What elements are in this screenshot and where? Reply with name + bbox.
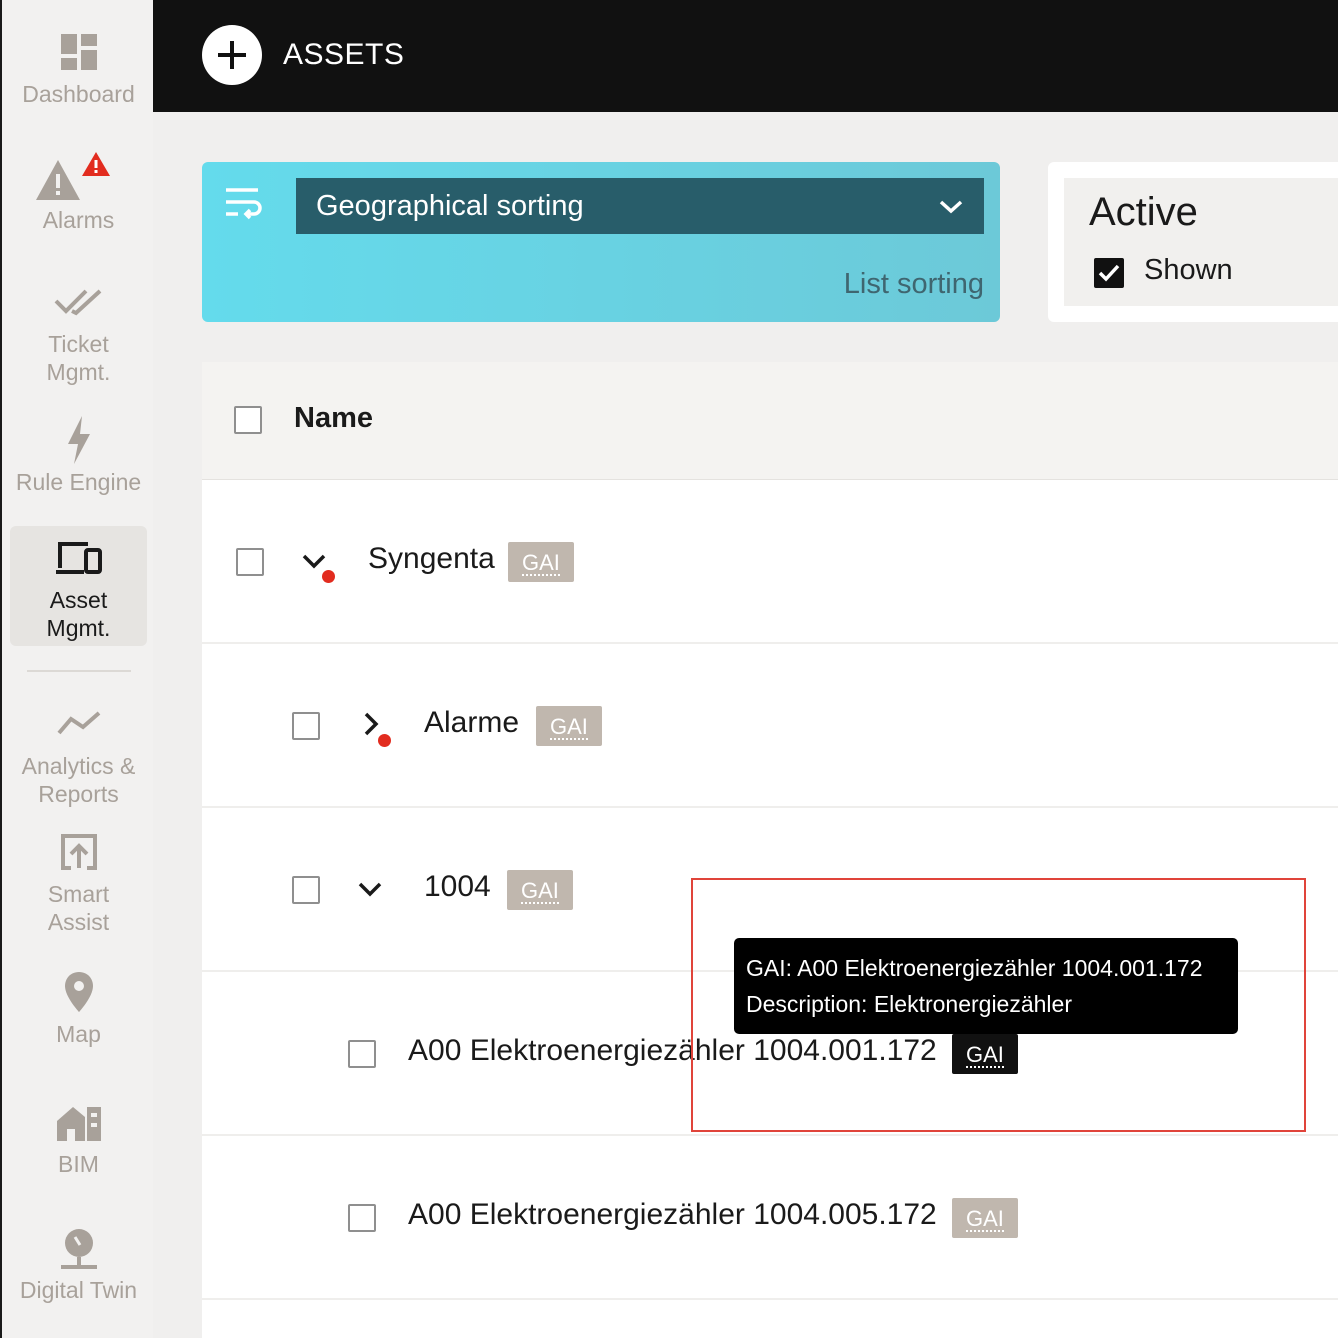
- sidebar-item-label: Map: [56, 1021, 101, 1047]
- plus-icon: [218, 41, 246, 69]
- active-filter-box: Active Shown: [1064, 178, 1338, 306]
- table-row[interactable]: A00 Elektroenergiezähler 1004.005.172 GA…: [202, 1136, 1338, 1300]
- sidebar-item-alarms[interactable]: Alarms: [10, 152, 147, 234]
- warning-icon: [34, 152, 124, 204]
- sidebar-item-label: Dashboard: [22, 81, 135, 107]
- gai-badge-label: GAI: [521, 878, 559, 904]
- row-checkbox[interactable]: [292, 712, 320, 740]
- column-header-name[interactable]: Name: [294, 402, 373, 435]
- sidebar-item-ticket-mgmt[interactable]: Ticket Mgmt.: [10, 276, 147, 386]
- row-checkbox[interactable]: [292, 876, 320, 904]
- lightning-icon: [64, 414, 94, 466]
- map-pin-icon: [63, 966, 95, 1018]
- table-row[interactable]: Alarme GAI: [202, 644, 1338, 808]
- gai-badge[interactable]: GAI: [952, 1034, 1018, 1074]
- alarm-dot: [322, 570, 335, 583]
- row-checkbox[interactable]: [348, 1204, 376, 1232]
- gai-badge-label: GAI: [522, 550, 560, 576]
- sidebar-item-label: Asset Mgmt.: [46, 587, 111, 641]
- active-filter-title: Active: [1089, 190, 1198, 234]
- sidebar-item-label: BIM: [58, 1151, 99, 1177]
- expand-toggle[interactable]: [298, 542, 338, 583]
- dashboard-icon: [59, 26, 99, 78]
- sidebar-item-analytics-reports[interactable]: Analytics & Reports: [10, 698, 147, 808]
- row-name: Syngenta: [368, 542, 495, 575]
- table-header: Name: [202, 362, 1338, 480]
- gai-badge-label: GAI: [550, 714, 588, 740]
- add-asset-button[interactable]: [202, 25, 262, 85]
- active-filter-panel: Active Shown: [1048, 162, 1338, 322]
- gai-badge[interactable]: GAI: [952, 1198, 1018, 1238]
- top-header: ASSETS: [153, 0, 1338, 112]
- sidebar-item-label: Smart Assist: [47, 881, 110, 935]
- sidebar-item-label: Ticket Mgmt.: [46, 331, 111, 385]
- row-checkbox[interactable]: [236, 548, 264, 576]
- tooltip-gai-line: GAI: A00 Elektroenergiezähler 1004.001.1…: [746, 955, 1203, 981]
- row-name: A00 Elektroenergiezähler 1004.001.172: [408, 1034, 937, 1067]
- sidebar-item-label: Digital Twin: [19, 1277, 138, 1303]
- table-row[interactable]: Syngenta GAI: [202, 480, 1338, 644]
- sidebar-item-bim[interactable]: BIM: [10, 1096, 147, 1178]
- gai-badge[interactable]: GAI: [536, 706, 602, 746]
- gai-badge-label: GAI: [966, 1206, 1004, 1232]
- sort-icon[interactable]: [224, 184, 264, 224]
- gai-badge-label: GAI: [966, 1042, 1004, 1068]
- sidebar-item-map[interactable]: Map: [10, 966, 147, 1048]
- chevron-down-icon: [358, 882, 382, 897]
- double-check-icon: [54, 276, 104, 328]
- sidebar-item-rule-engine[interactable]: Rule Engine: [10, 414, 147, 496]
- gai-tooltip: GAI: A00 Elektroenergiezähler 1004.001.1…: [734, 938, 1238, 1034]
- tooltip-description-line: Description: Elektronergiezähler: [746, 991, 1072, 1017]
- checkmark-icon: [1098, 264, 1120, 282]
- sidebar-item-digital-twin[interactable]: Digital Twin: [10, 1222, 147, 1304]
- sidebar: Dashboard Alarms Ticket Mgmt. Rule Engin…: [0, 0, 153, 1338]
- sorting-select[interactable]: Geographical sorting: [296, 178, 984, 234]
- gai-badge[interactable]: GAI: [507, 870, 573, 910]
- expand-toggle[interactable]: [354, 706, 394, 747]
- upload-box-icon: [59, 826, 99, 878]
- sidebar-divider: [27, 670, 131, 672]
- sidebar-item-dashboard[interactable]: Dashboard: [10, 26, 147, 108]
- sorting-select-value: Geographical sorting: [316, 190, 584, 222]
- shown-label: Shown: [1144, 254, 1233, 286]
- row-checkbox[interactable]: [348, 1040, 376, 1068]
- shown-checkbox[interactable]: [1094, 258, 1124, 288]
- sidebar-item-smart-assist[interactable]: Smart Assist: [10, 826, 147, 936]
- sidebar-item-asset-mgmt[interactable]: Asset Mgmt.: [10, 526, 147, 646]
- line-chart-icon: [55, 698, 103, 750]
- sidebar-item-label: Rule Engine: [15, 469, 142, 495]
- sidebar-item-label: Analytics & Reports: [21, 753, 136, 807]
- devices-icon: [54, 532, 104, 584]
- row-name: A00 Elektroenergiezähler 1004.005.172: [408, 1198, 937, 1231]
- sidebar-item-label: Alarms: [42, 207, 115, 233]
- alarm-dot: [378, 734, 391, 747]
- chevron-down-icon: [939, 200, 963, 214]
- list-sorting-link[interactable]: List sorting: [844, 268, 984, 301]
- page-title: ASSETS: [283, 38, 405, 71]
- joystick-icon: [55, 1222, 103, 1274]
- row-name: 1004: [424, 870, 491, 903]
- building-icon: [55, 1096, 103, 1148]
- row-name: Alarme: [424, 706, 520, 739]
- expand-toggle[interactable]: [354, 870, 394, 910]
- table-row: [202, 1300, 1338, 1338]
- sorting-panel: Geographical sorting List sorting: [202, 162, 1000, 322]
- gai-badge[interactable]: GAI: [508, 542, 574, 582]
- select-all-checkbox[interactable]: [234, 406, 262, 434]
